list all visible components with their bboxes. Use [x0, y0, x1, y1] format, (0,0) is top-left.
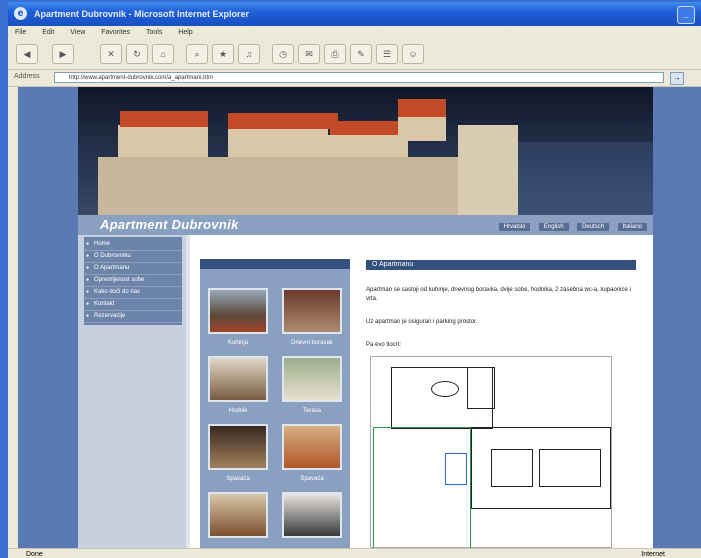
menu-item-equipment[interactable]: Opremljenost sobe: [84, 275, 182, 287]
minimize-button[interactable]: _: [677, 6, 695, 24]
lang-link-de[interactable]: Deutsch: [577, 223, 610, 231]
menu-item-directions[interactable]: Kako doći do nas: [84, 287, 182, 299]
security-zone: Internet: [641, 551, 665, 558]
menu-favorites[interactable]: Favorites: [94, 26, 137, 39]
sidebar: Home O Dubrovniku O Apartmanu Opremljeno…: [78, 235, 190, 548]
address-input[interactable]: http://www.apartment-dubrovnik.com/a_apa…: [54, 72, 664, 83]
gallery-thumb[interactable]: [282, 356, 342, 402]
gallery-caption: Spavaća: [300, 476, 324, 482]
gallery-thumb[interactable]: [282, 424, 342, 470]
page-viewport: Apartment Dubrovnik Hrvatski English Deu…: [18, 87, 701, 548]
web-page: Apartment Dubrovnik Hrvatski English Deu…: [78, 87, 653, 548]
gallery-caption: Kuhinja: [227, 340, 248, 346]
favorites-icon[interactable]: ★: [212, 44, 234, 64]
menu-item-dubrovnik[interactable]: O Dubrovniku: [84, 251, 182, 263]
lang-link-it[interactable]: Italiano: [617, 223, 647, 231]
status-bar: Done Internet: [8, 548, 701, 558]
site-menu: Home O Dubrovniku O Apartmanu Opremljeno…: [84, 237, 182, 325]
photo-gallery: Kuhinja Dnevni boravak Hodnik Terasa Spa…: [200, 259, 350, 548]
ie-logo-icon: e: [14, 7, 27, 20]
site-logo[interactable]: Apartment Dubrovnik: [100, 217, 239, 232]
address-label: Address: [14, 73, 40, 80]
menu-help[interactable]: Help: [171, 26, 199, 39]
article-title: O Apartmanu: [366, 260, 636, 270]
language-links: Hrvatski English Deutsch Italiano: [493, 220, 647, 231]
gallery-caption: Hodnik: [228, 408, 248, 414]
search-icon[interactable]: ⌕: [186, 44, 208, 64]
floor-plan-image[interactable]: [370, 356, 612, 548]
main-content: Kuhinja Dnevni boravak Hodnik Terasa Spa…: [190, 235, 653, 548]
gallery-thumb[interactable]: [282, 492, 342, 538]
menu-tools[interactable]: Tools: [139, 26, 169, 39]
menu-item-contact[interactable]: Kontakt: [84, 299, 182, 311]
lang-link-hr[interactable]: Hrvatski: [498, 223, 531, 231]
print-icon[interactable]: ⎙: [324, 44, 346, 64]
discuss-icon[interactable]: ☰: [376, 44, 398, 64]
banner-image: [78, 87, 653, 215]
menu-item-apartment[interactable]: O Apartmanu: [84, 263, 182, 275]
media-icon[interactable]: ♫: [238, 44, 260, 64]
title-bar: e Apartment Dubrovnik - Microsoft Intern…: [8, 2, 701, 26]
toolbar: ◀ ▶ ✕ ↻ ⌂ ⌕ ★ ♫ ◷ ✉ ⎙ ✎ ☰ ☺: [8, 39, 701, 70]
mail-icon[interactable]: ✉: [298, 44, 320, 64]
browser-window: e Apartment Dubrovnik - Microsoft Intern…: [8, 2, 701, 558]
status-text: Done: [26, 551, 43, 558]
gallery-caption: Terasa: [302, 408, 321, 414]
gallery-thumb[interactable]: [282, 288, 342, 334]
back-button[interactable]: ◀: [16, 44, 38, 64]
edit-icon[interactable]: ✎: [350, 44, 372, 64]
gallery-thumb[interactable]: [208, 492, 268, 538]
gallery-thumb[interactable]: [208, 288, 268, 334]
refresh-icon[interactable]: ↻: [126, 44, 148, 64]
article-paragraph: Apartman se sastoji od kuhinje, dnevnog …: [366, 287, 631, 302]
menu-file[interactable]: File: [8, 26, 33, 39]
forward-button[interactable]: ▶: [52, 44, 74, 64]
messenger-icon[interactable]: ☺: [402, 44, 424, 64]
article-paragraph: Pa evo tlocrt:: [366, 342, 402, 348]
home-icon[interactable]: ⌂: [152, 44, 174, 64]
window-title: Apartment Dubrovnik - Microsoft Internet…: [34, 9, 250, 19]
go-button[interactable]: →: [670, 72, 684, 85]
lang-link-en[interactable]: English: [538, 223, 569, 231]
article: O Apartmanu Apartman se sastoji od kuhin…: [366, 260, 636, 548]
article-paragraph: Uz apartman je osiguran i parking prosto…: [366, 319, 478, 325]
gallery-caption: Dnevni boravak: [291, 340, 333, 346]
gallery-thumb[interactable]: [208, 424, 268, 470]
stop-icon[interactable]: ✕: [100, 44, 122, 64]
menu-edit[interactable]: Edit: [35, 26, 61, 39]
menu-view[interactable]: View: [63, 26, 92, 39]
menu-bar: File Edit View Favorites Tools Help: [8, 26, 701, 39]
gallery-caption: Spavaća: [226, 476, 250, 482]
address-bar: Address http://www.apartment-dubrovnik.c…: [8, 70, 701, 87]
history-icon[interactable]: ◷: [272, 44, 294, 64]
site-header: Apartment Dubrovnik Hrvatski English Deu…: [78, 215, 653, 235]
menu-item-home[interactable]: Home: [84, 239, 182, 251]
gallery-thumb[interactable]: [208, 356, 268, 402]
menu-item-reservations[interactable]: Rezervacije: [84, 311, 182, 323]
